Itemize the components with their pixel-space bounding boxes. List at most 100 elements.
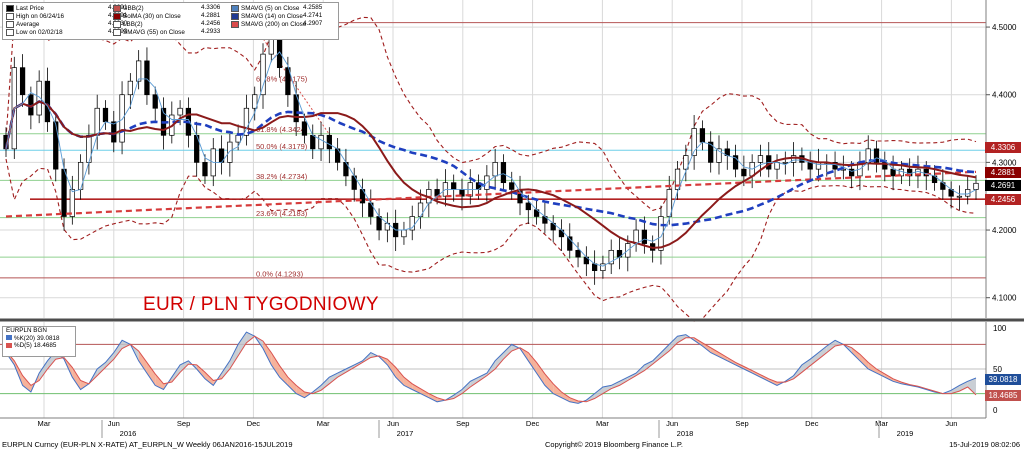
legend-swatch: [6, 13, 14, 20]
legend-item: SMAVG (14) on Close 4.2741: [231, 12, 322, 21]
right-value-label: 4.3306: [985, 142, 1021, 153]
candle-body: [956, 195, 963, 198]
oscillator-fill: [122, 340, 131, 349]
oscillator-legend: EURPLN BGN %K(20) 39.0818 %D(5) 18.4685: [2, 326, 76, 357]
candle-body: [102, 107, 109, 123]
month-tick-label: Mar: [38, 419, 51, 428]
month-tick-label: Dec: [805, 419, 819, 428]
oscillator-legend-item: %K(20) 39.0818: [3, 335, 75, 343]
oscillator-fill: [818, 346, 827, 360]
legend-swatch: [113, 29, 121, 36]
oscillator-fill: [959, 381, 968, 392]
candle-body: [202, 162, 208, 177]
legend-item: Average4.2930: [6, 20, 127, 29]
legend-label: %K(20) 39.0818: [14, 334, 60, 342]
candle-body: [890, 168, 896, 177]
candle-body: [177, 107, 183, 116]
candle-body: [525, 202, 531, 211]
fibonacci-label: 0.0% (4.1293): [256, 269, 304, 278]
right-value-label: 18.4685: [985, 390, 1021, 401]
candle-body: [144, 60, 150, 96]
legend-item: LBB(2) 4.2456: [113, 20, 220, 29]
oscillator-tick-label: 50: [993, 365, 1002, 374]
candle-body: [774, 162, 780, 170]
candle-body: [152, 94, 158, 109]
candle-body: [509, 182, 515, 190]
month-tick-label: Mar: [596, 419, 609, 428]
legend-item: SMAVG (5) on Close 4.2585: [231, 4, 322, 13]
month-tick-label: Mar: [875, 419, 888, 428]
oscillator-legend-item: %D(5) 18.4685: [3, 342, 75, 350]
candle-body: [699, 128, 706, 143]
month-tick-label: Jun: [945, 419, 957, 428]
footer-timestamp: 15-Jul-2019 08:02:06: [949, 440, 1020, 449]
month-tick-label: Jun: [666, 419, 678, 428]
candle-body: [492, 162, 498, 177]
legend-swatch: [6, 29, 14, 36]
legend-swatch: [231, 13, 239, 20]
legend-label: SMAVG (5) on Close: [241, 5, 300, 13]
month-tick-label: Dec: [526, 419, 540, 428]
legend-item: SMAVG (55) on Close 4.2933: [113, 28, 220, 37]
oscillator-fill: [287, 377, 297, 394]
right-value-label: 4.2456: [985, 194, 1021, 205]
candle-body: [575, 249, 581, 258]
legend-swatch: [113, 5, 121, 12]
price-tick-label: 4.1000: [992, 294, 1017, 303]
candle-body: [127, 80, 133, 96]
legend-label: High on 06/24/16: [16, 13, 64, 21]
legend-value: 4.2933: [201, 28, 221, 35]
year-tick-label: 2016: [120, 429, 137, 438]
candle-body: [807, 162, 813, 170]
legend-label: UBB(2): [123, 5, 144, 13]
bloomberg-chart: 100.0% (4.5065)61.8% (4.4175)61.8% (4.34…: [0, 0, 1024, 438]
legend-value: 4.2741: [303, 12, 323, 19]
legend-label: Low on 02/02/18: [16, 29, 63, 37]
candle-body: [260, 53, 266, 96]
oscillator-fill: [229, 344, 239, 369]
legend-label: SMAVG (14) on Close: [241, 13, 303, 21]
year-tick-label: 2019: [897, 429, 914, 438]
oscillator-title: EURPLN BGN: [6, 327, 47, 334]
legend-value: 4.2907: [303, 20, 323, 27]
legend-item: Low on 02/02/184.1293: [6, 28, 127, 37]
legend-swatch: [231, 5, 239, 12]
candle-body: [633, 229, 639, 244]
candle-body: [111, 121, 117, 143]
candle-body: [19, 67, 26, 96]
legend-swatch: [113, 21, 121, 28]
legend-swatch: [113, 13, 121, 20]
oscillator-fill: [544, 373, 554, 394]
candle-body: [136, 60, 142, 82]
candle-body: [227, 141, 233, 163]
legend-swatch: [231, 21, 239, 28]
price-tick-label: 4.2000: [992, 226, 1017, 235]
legend-item: BolMA (30) on Close 4.2881: [113, 12, 220, 21]
legend-swatch: [6, 5, 14, 12]
candle-body: [44, 80, 51, 123]
month-tick-label: Dec: [247, 419, 261, 428]
candle-body: [69, 189, 75, 217]
right-value-label: 4.2881: [985, 167, 1021, 178]
candle-body: [376, 216, 382, 231]
candle-body: [235, 134, 241, 143]
oscillator-tick-label: 0: [993, 406, 998, 415]
candle-body: [641, 229, 648, 244]
stochastic-oscillator: 100 50 0: [0, 322, 1007, 418]
oscillator-fill: [801, 359, 811, 373]
candle-body: [592, 263, 598, 271]
plot-background: [0, 0, 986, 320]
legend-label: Last Price: [16, 5, 44, 13]
candle-body: [94, 107, 100, 136]
oscillator-fill: [536, 362, 545, 386]
month-tick-label: Sep: [177, 419, 190, 428]
month-tick-label: Sep: [456, 419, 469, 428]
legend-label: Average: [16, 21, 40, 29]
price-tick-label: 4.5000: [992, 23, 1017, 32]
year-tick-label: 2017: [397, 429, 414, 438]
candle-body: [53, 121, 59, 170]
chart-annotation: EUR / PLN TYGODNIOWY: [143, 294, 379, 315]
legend-value: 4.2881: [201, 12, 221, 19]
legend-label: %D(5) 18.4685: [14, 342, 57, 349]
legend-label: SMAVG (200) on Close: [241, 21, 307, 29]
